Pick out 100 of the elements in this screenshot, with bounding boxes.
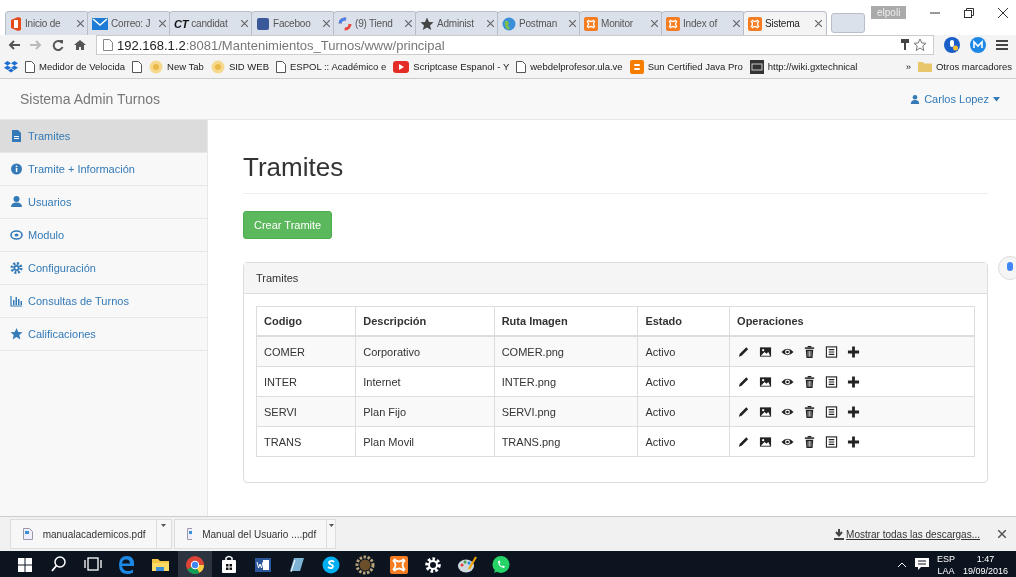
download-icon <box>834 528 845 540</box>
user-menu[interactable]: Carlos Lopez <box>910 93 1000 105</box>
sun-icon <box>149 59 164 74</box>
reload-icon[interactable] <box>52 39 64 51</box>
gx-icon <box>749 59 764 74</box>
plus-icon[interactable] <box>847 374 861 389</box>
list-icon[interactable] <box>825 344 839 359</box>
trash-icon[interactable] <box>803 404 817 419</box>
table-cell: SERVI <box>256 396 356 427</box>
image-icon[interactable] <box>759 404 773 419</box>
bookmark[interactable]: SID WEB <box>210 59 269 74</box>
bookmark[interactable]: Medidor de Velocida <box>25 60 126 73</box>
close-icon[interactable] <box>998 530 1006 538</box>
browser-tab[interactable]: Index of <box>661 11 745 35</box>
messenger-extension-icon[interactable] <box>970 37 986 53</box>
table-cell: Activo <box>637 366 730 397</box>
panel-heading: Tramites <box>244 263 987 294</box>
brand-title[interactable]: Sistema Admin Turnos <box>20 91 161 107</box>
office-icon <box>10 16 22 31</box>
download-item[interactable]: manualacademicos.pdf <box>10 519 172 549</box>
bookmark[interactable]: Sun Certified Java Pro <box>629 59 743 74</box>
list-icon[interactable] <box>825 374 839 389</box>
browser-tab[interactable]: CT candidat <box>169 11 253 35</box>
bookmark[interactable]: ESPOL :: Académico e <box>276 60 387 73</box>
browser-tab[interactable]: (9) Tiend <box>333 11 417 35</box>
browser-tab[interactable]: Sistema <box>743 11 827 35</box>
browser-tab[interactable]: Monitor <box>579 11 663 35</box>
page-icon <box>516 60 527 73</box>
list-icon[interactable] <box>825 404 839 419</box>
sidebar-item[interactable]: Tramite + Información <box>0 153 207 186</box>
sidebar-item[interactable]: Consultas de Turnos <box>0 285 207 318</box>
bookmark[interactable]: webdelprofesor.ula.ve <box>516 60 623 73</box>
taskbar-app[interactable] <box>178 551 212 577</box>
chrome-icon[interactable] <box>184 553 206 576</box>
whatsapp-icon[interactable] <box>490 553 512 576</box>
image-icon[interactable] <box>759 374 773 389</box>
bookmark[interactable]: New Tab <box>149 59 204 74</box>
restore-icon[interactable] <box>964 8 974 18</box>
dropbox-icon[interactable] <box>4 60 18 73</box>
download-item[interactable]: Manual del Usuario ....pdf <box>174 519 336 549</box>
trash-icon[interactable] <box>803 344 817 359</box>
notification-icon[interactable] <box>914 558 929 571</box>
trash-icon[interactable] <box>803 434 817 449</box>
back-icon[interactable] <box>8 40 20 50</box>
table-cell: Activo <box>637 336 730 367</box>
info-icon <box>10 162 23 176</box>
plus-icon[interactable] <box>847 404 861 419</box>
browser-tab[interactable]: Faceboo <box>251 11 335 35</box>
cog-icon[interactable] <box>354 553 376 576</box>
home-icon[interactable] <box>74 39 86 51</box>
address-bar[interactable]: 192.168.1.2:8081/Mantenimientos_Turnos/www/principal <box>96 35 934 55</box>
page-heading: Tramites <box>243 152 988 194</box>
list-icon[interactable] <box>825 434 839 449</box>
tab-logo: CT <box>174 17 189 30</box>
microphone-extension-icon[interactable] <box>944 37 960 53</box>
table-cell: Plan Fijo <box>355 396 495 427</box>
browser-tab[interactable]: Postman <box>497 11 581 35</box>
table-cell: TRANS.png <box>494 426 638 457</box>
language-indicator[interactable]: ESP LAA <box>936 552 955 577</box>
clock[interactable]: 1:47 19/09/2016 <box>962 552 1008 577</box>
sidebar-item[interactable]: Calificaciones <box>0 318 207 351</box>
bookmark[interactable] <box>132 60 143 73</box>
bookmark[interactable]: http://wiki.gxtechnical <box>749 59 858 74</box>
bookmark-folder[interactable]: Otros marcadores <box>917 61 1012 72</box>
xampp-icon[interactable] <box>388 553 410 576</box>
settings-icon <box>10 261 23 275</box>
plus-icon[interactable] <box>847 434 861 449</box>
sidebar-item[interactable]: Tramites <box>0 120 207 153</box>
image-icon[interactable] <box>759 344 773 359</box>
sidebar-item[interactable]: Modulo <box>0 219 207 252</box>
facebook-icon <box>256 16 270 31</box>
xampp-icon <box>584 16 598 31</box>
more-bookmarks-button[interactable]: » <box>905 61 911 72</box>
folder-icon <box>917 61 932 72</box>
windows-icon[interactable] <box>18 557 32 572</box>
key-icon[interactable] <box>901 39 909 51</box>
browser-tab[interactable]: Inicio de <box>5 11 89 35</box>
menu-icon[interactable] <box>996 40 1008 50</box>
caret-icon[interactable] <box>328 524 334 527</box>
url-text: 192.168.1.2:8081/Mantenimientos_Turnos/www/principal <box>117 37 445 53</box>
plus-icon[interactable] <box>847 344 861 359</box>
xampp-icon <box>666 16 680 31</box>
sidebar-item[interactable]: Usuarios <box>0 186 207 219</box>
file-icon <box>10 129 23 143</box>
table-cell: SERVI.png <box>494 396 638 427</box>
page-icon <box>25 60 35 73</box>
browser-tab[interactable]: Correo: J <box>87 11 171 35</box>
bookmark[interactable]: Scriptcase Espanol - Y <box>393 60 510 73</box>
close-icon[interactable] <box>998 8 1008 18</box>
trash-icon[interactable] <box>803 374 817 389</box>
show-all-downloads-link[interactable]: Mostrar todas las descargas... <box>846 528 980 540</box>
microphone-icon[interactable] <box>998 256 1016 280</box>
star-icon[interactable] <box>913 38 927 52</box>
table-cell: Plan Movil <box>355 426 495 457</box>
sidebar-item[interactable]: Configuración <box>0 252 207 285</box>
image-icon[interactable] <box>759 434 773 449</box>
caret-icon[interactable] <box>161 524 167 527</box>
browser-tab[interactable]: Administ <box>415 11 499 35</box>
chevron-up-icon[interactable] <box>896 561 907 568</box>
star-icon <box>420 16 434 31</box>
